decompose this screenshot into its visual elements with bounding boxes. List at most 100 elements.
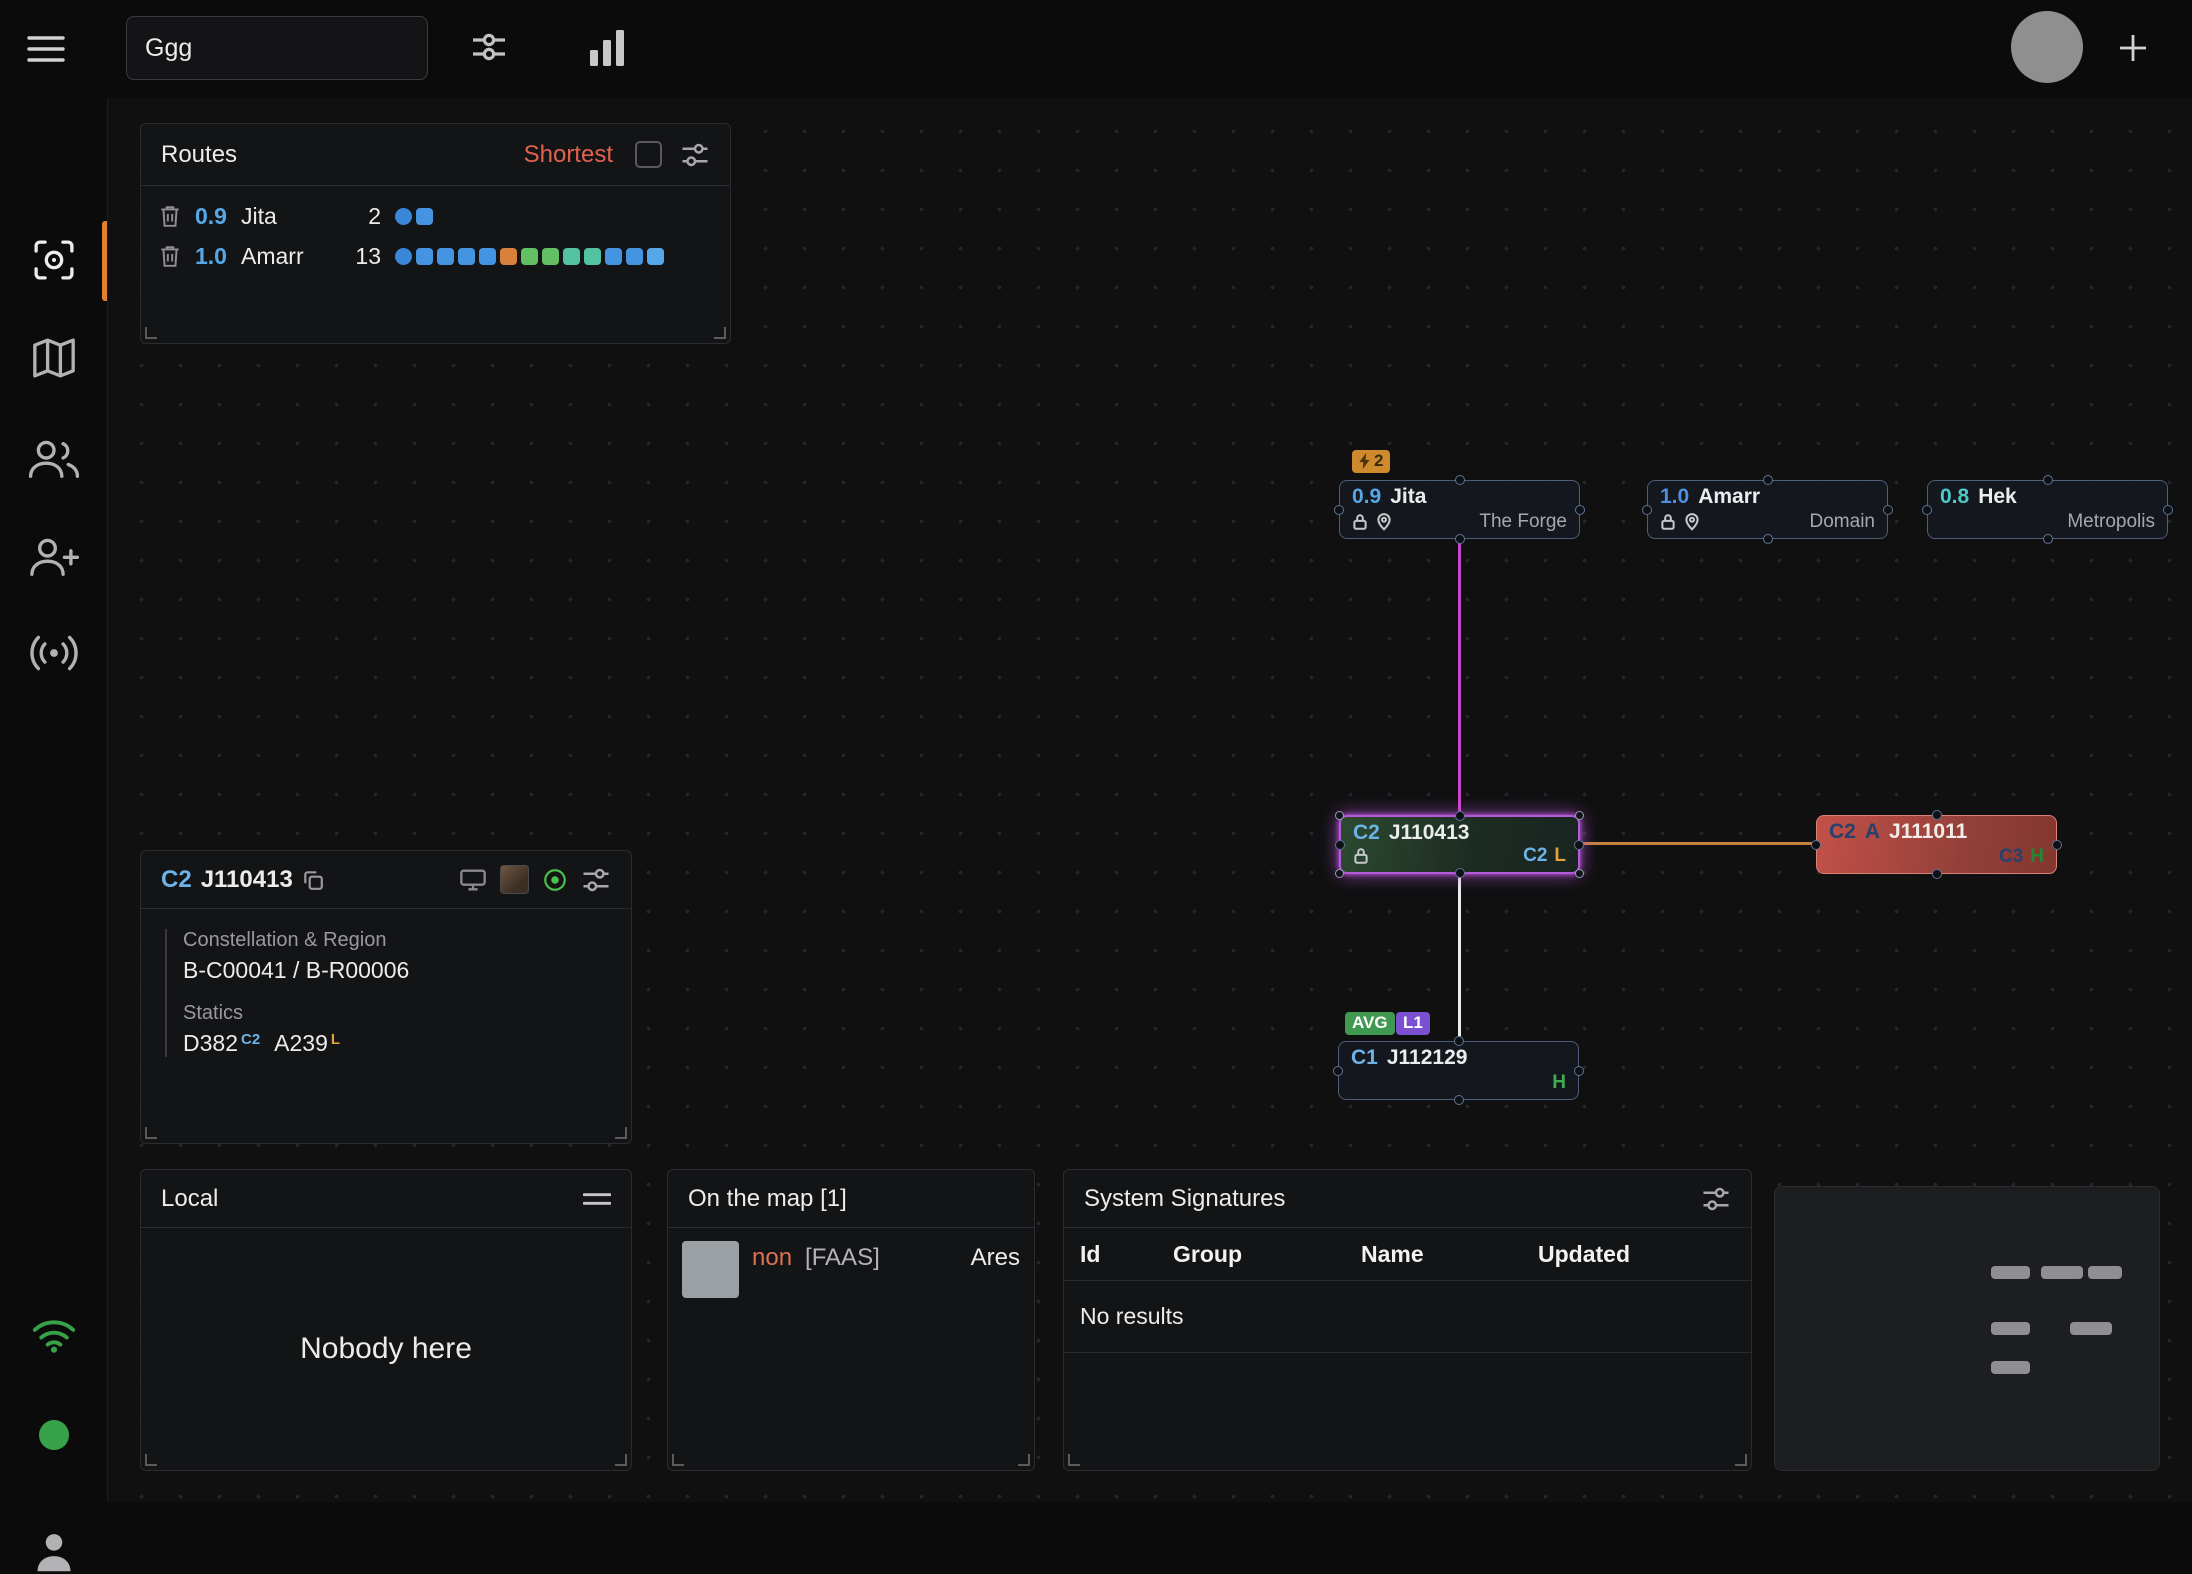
sidebar-item-tracking[interactable] <box>31 237 77 283</box>
signatures-title: System Signatures <box>1084 1185 1285 1213</box>
minimap-bar <box>2070 1322 2112 1335</box>
minimap-bar <box>1991 1322 2030 1335</box>
system-node-j110413[interactable]: C2 J110413 C2 L <box>1339 815 1580 874</box>
connection-status-icon[interactable] <box>31 1316 77 1354</box>
person-add-icon <box>28 535 80 577</box>
pilot-row[interactable]: non [FAAS] Ares <box>668 1228 1034 1311</box>
route-destination: Jita <box>241 203 345 230</box>
broadcast-icon <box>28 632 80 674</box>
resize-handle[interactable] <box>145 327 157 339</box>
region-name: Domain <box>1810 511 1875 533</box>
column-group[interactable]: Group <box>1173 1241 1361 1268</box>
delete-route-icon[interactable] <box>159 203 189 229</box>
location-pin-icon <box>1376 513 1392 531</box>
system-name: Jita <box>1390 486 1426 508</box>
signatures-settings-icon[interactable] <box>1701 1186 1731 1212</box>
resize-handle[interactable] <box>1068 1454 1080 1466</box>
menu-icon[interactable] <box>26 31 70 67</box>
column-id[interactable]: Id <box>1080 1241 1173 1268</box>
connection-jita-j110413[interactable] <box>1458 539 1461 815</box>
sidebar-item-characters[interactable] <box>28 437 80 479</box>
agent-portrait-thumbnail[interactable] <box>500 865 529 894</box>
resize-handle[interactable] <box>714 327 726 339</box>
signatures-empty-text: No results <box>1064 1281 1751 1353</box>
location-pin-icon <box>1684 513 1700 531</box>
column-updated[interactable]: Updated <box>1538 1241 1751 1268</box>
online-status-dot[interactable] <box>39 1420 69 1450</box>
sidebar-item-add-character[interactable] <box>28 535 80 577</box>
resize-handle[interactable] <box>145 1127 157 1139</box>
filter-settings-icon[interactable] <box>468 26 510 68</box>
lock-icon <box>1352 513 1368 531</box>
map-name-input[interactable] <box>126 16 428 80</box>
focus-icon <box>31 237 77 283</box>
minimap-panel[interactable] <box>1774 1186 2160 1471</box>
person-icon <box>32 1530 76 1574</box>
system-settings-icon[interactable] <box>581 867 611 893</box>
route-segments <box>395 208 433 225</box>
system-node-j112129[interactable]: C1 J112129 H <box>1338 1041 1579 1100</box>
pilot-name: non <box>752 1244 792 1272</box>
pilot-ship: Ares <box>971 1244 1020 1272</box>
minimap-bar <box>1991 1266 2030 1279</box>
wifi-icon <box>31 1316 77 1354</box>
system-node-amarr[interactable]: 1.0 Amarr Domain <box>1647 480 1888 539</box>
route-row[interactable]: 0.9 Jita 2 <box>141 196 730 236</box>
security-status: 0.9 <box>1352 486 1381 508</box>
system-node-j111011[interactable]: C2 A J111011 C3 H <box>1816 815 2057 874</box>
activity-chart-icon[interactable] <box>586 26 628 70</box>
routes-settings-icon[interactable] <box>680 142 710 168</box>
routes-title: Routes <box>161 141 237 169</box>
effect-label: L <box>1554 845 1566 867</box>
resize-handle[interactable] <box>145 1454 157 1466</box>
sidebar-item-map[interactable] <box>31 335 77 381</box>
security-status: 0.8 <box>1940 486 1969 508</box>
connection-j110413-j111011[interactable] <box>1580 842 1816 845</box>
sidebar <box>0 98 108 1502</box>
connection-j110413-j112129[interactable] <box>1458 874 1461 1041</box>
sidebar-item-broadcast[interactable] <box>28 632 80 674</box>
user-avatar[interactable] <box>2011 11 2083 83</box>
system-node-hek[interactable]: 0.8 Hek Metropolis <box>1927 480 2168 539</box>
security-status: 1.0 <box>1660 486 1689 508</box>
delete-route-icon[interactable] <box>159 243 189 269</box>
level-badge: L1 <box>1396 1012 1430 1035</box>
wormhole-class: C1 <box>1351 1047 1378 1069</box>
system-name: J112129 <box>1387 1047 1468 1069</box>
resize-handle[interactable] <box>1018 1454 1030 1466</box>
routes-mode-label[interactable]: Shortest <box>524 141 613 169</box>
resize-handle[interactable] <box>615 1127 627 1139</box>
constellation-region-value: B-C00041 / B-R00006 <box>183 957 607 984</box>
avg-badge: AVG <box>1345 1012 1395 1035</box>
local-menu-icon[interactable] <box>583 1191 611 1207</box>
routes-mode-checkbox[interactable] <box>635 141 662 168</box>
lock-icon <box>1660 513 1676 531</box>
add-icon[interactable] <box>2112 27 2154 69</box>
resize-handle[interactable] <box>615 1454 627 1466</box>
statics-value: D382C2A239L <box>183 1030 607 1057</box>
system-signatures-panel: System Signatures Id Group Name Updated … <box>1063 1169 1752 1471</box>
system-name: Amarr <box>1698 486 1760 508</box>
system-node-jita[interactable]: 0.9 Jita The Forge <box>1339 480 1580 539</box>
route-jump-count: 2 <box>345 203 381 230</box>
wormhole-class: C2 <box>1829 821 1856 843</box>
sidebar-active-indicator <box>102 221 107 301</box>
signatures-column-headers: Id Group Name Updated <box>1064 1228 1751 1281</box>
dock-icon[interactable] <box>459 868 487 892</box>
sidebar-item-profile[interactable] <box>32 1530 76 1574</box>
routes-panel-header: Routes Shortest <box>141 124 730 186</box>
constellation-region-label: Constellation & Region <box>183 929 607 952</box>
local-empty-text: Nobody here <box>300 1332 472 1366</box>
minimap-bar <box>1991 1361 2030 1374</box>
route-segments <box>395 248 664 265</box>
system-name: Hek <box>1978 486 2017 508</box>
column-name[interactable]: Name <box>1361 1241 1538 1268</box>
target-icon[interactable] <box>542 867 568 893</box>
static-class: C2 <box>1523 845 1547 867</box>
route-row[interactable]: 1.0 Amarr 13 <box>141 236 730 276</box>
copy-icon[interactable] <box>302 869 324 891</box>
route-destination: Amarr <box>241 243 345 270</box>
resize-handle[interactable] <box>1735 1454 1747 1466</box>
route-jump-count: 13 <box>345 243 381 270</box>
resize-handle[interactable] <box>672 1454 684 1466</box>
